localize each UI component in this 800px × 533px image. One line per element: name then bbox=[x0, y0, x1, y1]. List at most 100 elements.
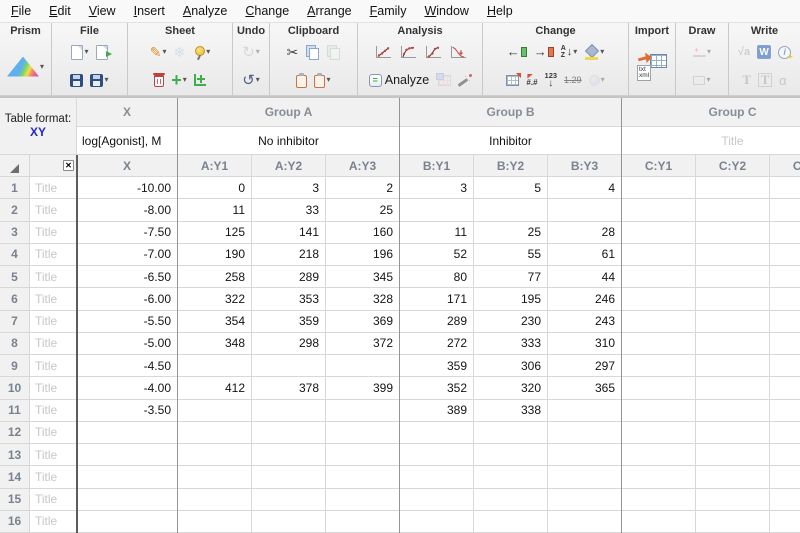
data-cell[interactable] bbox=[178, 466, 252, 488]
data-cell[interactable]: 80 bbox=[400, 266, 474, 288]
data-cell[interactable] bbox=[548, 466, 622, 488]
row-title-cell[interactable]: Title bbox=[30, 311, 77, 333]
x-value-cell[interactable]: -6.00 bbox=[77, 288, 178, 310]
group-a-header[interactable]: Group A bbox=[178, 98, 400, 127]
group-c-subtitle-cell[interactable]: Title bbox=[622, 127, 800, 155]
fit-dose-response-button[interactable] bbox=[422, 44, 444, 61]
column-header-by2[interactable]: B:Y2 bbox=[474, 155, 548, 177]
data-cell[interactable] bbox=[252, 355, 326, 377]
x-value-cell[interactable]: -5.00 bbox=[77, 333, 178, 355]
row-number[interactable]: 4 bbox=[0, 244, 30, 266]
data-cell[interactable]: 3 bbox=[400, 177, 474, 199]
data-cell[interactable]: 141 bbox=[252, 222, 326, 244]
table-format-cell[interactable]: Table format: XY bbox=[0, 98, 77, 155]
data-cell[interactable]: 258 bbox=[178, 266, 252, 288]
new-graph-button[interactable] bbox=[192, 73, 208, 87]
menu-view[interactable]: View bbox=[80, 1, 125, 21]
column-header-by3[interactable]: B:Y3 bbox=[548, 155, 622, 177]
x-value-cell[interactable] bbox=[77, 444, 178, 466]
move-right-button[interactable]: → bbox=[532, 45, 556, 59]
data-cell[interactable]: 243 bbox=[548, 311, 622, 333]
data-cell[interactable]: 378 bbox=[252, 377, 326, 399]
copy-button[interactable] bbox=[303, 44, 321, 61]
data-cell[interactable] bbox=[252, 466, 326, 488]
x-value-cell[interactable]: -8.00 bbox=[77, 199, 178, 221]
data-cell[interactable]: 297 bbox=[548, 355, 622, 377]
data-cell[interactable]: 320 bbox=[474, 377, 548, 399]
data-cell[interactable] bbox=[696, 288, 770, 310]
data-cell[interactable] bbox=[696, 244, 770, 266]
data-cell[interactable]: 44 bbox=[548, 266, 622, 288]
data-cell[interactable]: 306 bbox=[474, 355, 548, 377]
data-cell[interactable]: 354 bbox=[178, 311, 252, 333]
x-value-cell[interactable] bbox=[77, 511, 178, 533]
x-subtitle-cell[interactable]: log[Agonist], M bbox=[77, 127, 178, 155]
data-cell[interactable] bbox=[770, 244, 800, 266]
data-cell[interactable] bbox=[622, 311, 696, 333]
data-cell[interactable] bbox=[622, 400, 696, 422]
data-cell[interactable] bbox=[622, 333, 696, 355]
new-file-button[interactable]: ▾ bbox=[69, 44, 90, 61]
data-cell[interactable] bbox=[178, 489, 252, 511]
move-left-button[interactable]: ← bbox=[505, 45, 529, 59]
row-title-cell[interactable]: Title bbox=[30, 511, 77, 533]
row-number[interactable]: 11 bbox=[0, 400, 30, 422]
data-cell[interactable] bbox=[548, 199, 622, 221]
data-cell[interactable] bbox=[548, 400, 622, 422]
data-cell[interactable] bbox=[622, 244, 696, 266]
data-cell[interactable]: 412 bbox=[178, 377, 252, 399]
data-cell[interactable] bbox=[770, 288, 800, 310]
row-number[interactable]: 14 bbox=[0, 466, 30, 488]
data-cell[interactable] bbox=[770, 266, 800, 288]
data-cell[interactable] bbox=[474, 199, 548, 221]
data-cell[interactable] bbox=[696, 466, 770, 488]
data-cell[interactable] bbox=[622, 177, 696, 199]
cut-button[interactable]: ✂ bbox=[285, 43, 301, 62]
data-cell[interactable]: 28 bbox=[548, 222, 622, 244]
row-number[interactable]: 15 bbox=[0, 489, 30, 511]
data-cell[interactable] bbox=[326, 444, 400, 466]
table-format-button[interactable] bbox=[504, 74, 521, 87]
analyze-button[interactable]: = Analyze bbox=[365, 71, 433, 90]
data-cell[interactable] bbox=[548, 489, 622, 511]
text-button[interactable]: T bbox=[740, 71, 753, 89]
apply-analysis-button[interactable] bbox=[436, 74, 453, 87]
data-cell[interactable] bbox=[178, 511, 252, 533]
data-cell[interactable] bbox=[474, 444, 548, 466]
row-number[interactable]: 7 bbox=[0, 311, 30, 333]
row-title-cell[interactable]: Title bbox=[30, 288, 77, 310]
data-cell[interactable]: 272 bbox=[400, 333, 474, 355]
info-button[interactable]: i bbox=[776, 45, 793, 60]
pin-sheet-button[interactable]: ▾ bbox=[190, 44, 212, 61]
data-cell[interactable] bbox=[474, 511, 548, 533]
menu-insert[interactable]: Insert bbox=[125, 1, 174, 21]
data-cell[interactable]: 218 bbox=[252, 244, 326, 266]
data-cell[interactable] bbox=[770, 489, 800, 511]
x-value-cell[interactable] bbox=[77, 422, 178, 444]
data-cell[interactable] bbox=[326, 511, 400, 533]
row-title-cell[interactable]: Title bbox=[30, 422, 77, 444]
data-cell[interactable]: 160 bbox=[326, 222, 400, 244]
data-cell[interactable]: 0 bbox=[178, 177, 252, 199]
row-title-cell[interactable]: Title bbox=[30, 177, 77, 199]
format-fill-button[interactable]: ▾ bbox=[582, 44, 606, 61]
data-cell[interactable]: 77 bbox=[474, 266, 548, 288]
data-cell[interactable] bbox=[326, 400, 400, 422]
data-cell[interactable]: 61 bbox=[548, 244, 622, 266]
row-title-cell[interactable]: Title bbox=[30, 377, 77, 399]
data-cell[interactable]: 3 bbox=[252, 177, 326, 199]
transform-button[interactable]: 123 ↓ bbox=[543, 71, 560, 89]
row-number[interactable]: 16 bbox=[0, 511, 30, 533]
x-value-cell[interactable]: -3.50 bbox=[77, 400, 178, 422]
data-cell[interactable] bbox=[696, 199, 770, 221]
data-cell[interactable]: 52 bbox=[400, 244, 474, 266]
data-cell[interactable] bbox=[178, 422, 252, 444]
row-titles-header[interactable]: ✕ bbox=[30, 155, 77, 177]
column-header-by1[interactable]: B:Y1 bbox=[400, 155, 474, 177]
x-value-cell[interactable]: -7.00 bbox=[77, 244, 178, 266]
data-cell[interactable] bbox=[696, 266, 770, 288]
data-cell[interactable] bbox=[178, 400, 252, 422]
decimal-format-button[interactable]: #.# bbox=[524, 73, 539, 88]
freeze-sheet-button[interactable]: ❄ bbox=[172, 44, 188, 60]
column-header-x[interactable]: X bbox=[77, 155, 178, 177]
